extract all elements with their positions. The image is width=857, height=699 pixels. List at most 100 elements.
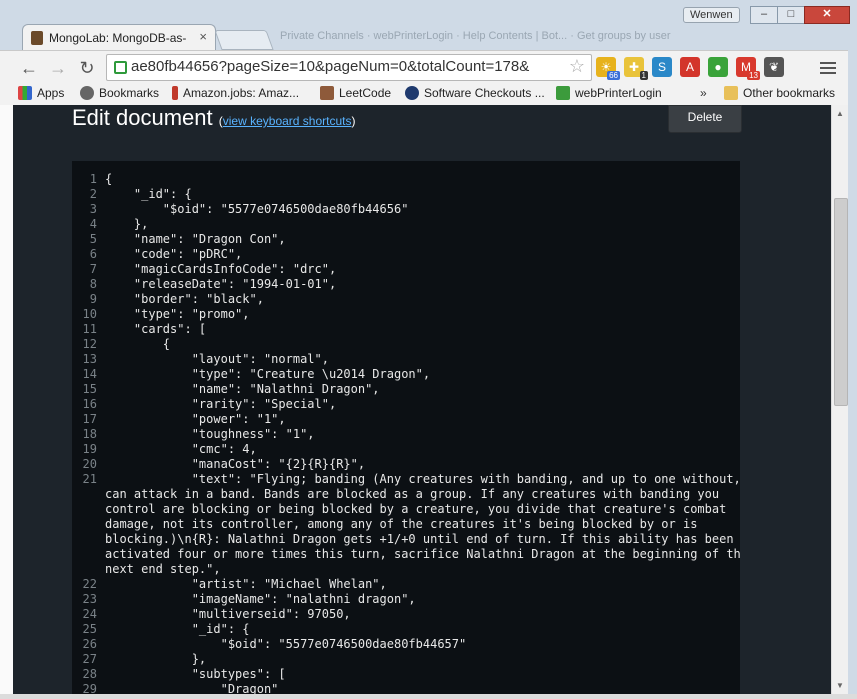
- user-profile-button[interactable]: Wenwen: [683, 7, 740, 23]
- address-bar[interactable]: ae80fb44656?pageSize=10&pageNum=0&totalC…: [106, 54, 592, 81]
- line-code[interactable]: "text": "Flying; banding (Any creatures …: [105, 472, 740, 487]
- line-code[interactable]: "name": "Nalathni Dragon",: [105, 382, 380, 397]
- pdf-extension-icon[interactable]: A: [680, 57, 700, 77]
- forward-button[interactable]: →: [47, 57, 69, 79]
- line-code[interactable]: "type": "promo",: [105, 307, 250, 322]
- scroll-up-arrow-icon[interactable]: ▲: [836, 109, 844, 118]
- line-number: 1: [89, 172, 97, 186]
- line-code[interactable]: },: [105, 652, 206, 667]
- bookmark-bookmarks[interactable]: Bookmarks: [80, 86, 159, 100]
- line-code[interactable]: control are blocking or being blocked by…: [105, 502, 726, 517]
- line-number: 28: [82, 667, 97, 681]
- line-number: 23: [82, 592, 97, 606]
- line-code[interactable]: "artist": "Michael Whelan",: [105, 577, 387, 592]
- line-code[interactable]: damage, not its controller, among any of…: [105, 517, 697, 532]
- line-code[interactable]: blocking.)\n{R}: Nalathni Dragon gets +1…: [105, 532, 734, 547]
- page-scrollbar[interactable]: ▲ ▼: [831, 105, 849, 694]
- line-code[interactable]: "cmc": 4,: [105, 442, 257, 457]
- horizontal-scrollbar[interactable]: [0, 694, 857, 699]
- line-code[interactable]: {: [105, 172, 112, 187]
- line-number: 21: [82, 472, 97, 486]
- line-code[interactable]: "manaCost": "{2}{R}{R}",: [105, 457, 365, 472]
- line-code[interactable]: "type": "Creature \u2014 Dragon",: [105, 367, 430, 382]
- scrollbar-thumb[interactable]: [834, 198, 848, 406]
- line-number: 22: [82, 577, 97, 591]
- line-code[interactable]: },: [105, 217, 148, 232]
- line-number: 13: [82, 352, 97, 366]
- line-number: 27: [82, 652, 97, 666]
- line-number: 3: [89, 202, 97, 216]
- line-number: 10: [82, 307, 97, 321]
- line-code[interactable]: "border": "black",: [105, 292, 264, 307]
- line-code[interactable]: next end step.",: [105, 562, 221, 577]
- bookmark-webprinterlogin[interactable]: webPrinterLogin: [556, 86, 662, 100]
- delete-button[interactable]: Delete: [668, 105, 742, 133]
- line-code[interactable]: can attack in a band. Bands are blocked …: [105, 487, 719, 502]
- tab-title: MongoLab: MongoDB-as-: [49, 31, 187, 45]
- tab-close-icon[interactable]: ×: [199, 29, 207, 44]
- line-code[interactable]: "$oid": "5577e0746500dae80fb44657": [105, 637, 467, 652]
- back-button[interactable]: ←: [18, 57, 40, 79]
- line-code[interactable]: "power": "1",: [105, 412, 286, 427]
- new-tab-button[interactable]: [214, 30, 274, 50]
- s-extension-icon[interactable]: S: [652, 57, 672, 77]
- bookmark-amazon-jobs[interactable]: Amazon.jobs: Amaz...: [172, 86, 299, 100]
- line-number: 29: [82, 682, 97, 694]
- line-code[interactable]: "magicCardsInfoCode": "drc",: [105, 262, 336, 277]
- line-code[interactable]: "cards": [: [105, 322, 206, 337]
- line-number: 14: [82, 367, 97, 381]
- minimize-button[interactable]: –: [750, 6, 778, 24]
- line-number: 8: [89, 277, 97, 291]
- line-code[interactable]: "_id": {: [105, 187, 192, 202]
- line-code[interactable]: "imageName": "nalathni dragon",: [105, 592, 416, 607]
- keyboard-shortcuts-link[interactable]: view keyboard shortcuts: [223, 114, 352, 128]
- browser-toolbar: ← → ↻ ae80fb44656?pageSize=10&pageNum=0&…: [0, 50, 857, 84]
- line-code[interactable]: {: [105, 337, 170, 352]
- more-bookmarks-chevron[interactable]: »: [700, 86, 707, 100]
- line-number: 26: [82, 637, 97, 651]
- json-editor[interactable]: 1 {2 "_id": {3 "$oid": "5577e0746500dae80…: [72, 161, 740, 694]
- gmail-extension-icon[interactable]: M 13: [736, 57, 760, 80]
- line-code[interactable]: "releaseDate": "1994-01-01",: [105, 277, 336, 292]
- line-code[interactable]: "layout": "normal",: [105, 352, 329, 367]
- line-number: 17: [82, 412, 97, 426]
- amazon-icon: [172, 86, 178, 100]
- line-number: 15: [82, 382, 97, 396]
- tab-mongolab[interactable]: MongoLab: MongoDB-as- ×: [22, 24, 216, 51]
- chrome-menu-button[interactable]: [820, 59, 836, 77]
- line-code[interactable]: "rarity": "Special",: [105, 397, 337, 412]
- puzzle-extension-icon[interactable]: ✚ 1: [624, 57, 648, 80]
- sun-extension-icon[interactable]: ☀ 66: [596, 57, 620, 80]
- line-code[interactable]: "code": "pDRC",: [105, 247, 242, 262]
- mongolab-favicon-icon: [31, 31, 43, 45]
- window-titlebar: MongoLab: MongoDB-as- × Private Channels…: [0, 0, 857, 51]
- url-text[interactable]: ae80fb44656?pageSize=10&pageNum=0&totalC…: [131, 58, 529, 75]
- line-code[interactable]: "Dragon": [105, 682, 279, 694]
- bookmark-leetcode[interactable]: LeetCode: [320, 86, 391, 100]
- line-number: 6: [89, 247, 97, 261]
- reload-button[interactable]: ↻: [76, 57, 98, 79]
- line-number: 11: [82, 322, 97, 336]
- close-window-button[interactable]: ✕: [804, 6, 850, 24]
- extension-badge: 13: [747, 71, 760, 80]
- bookmark-apps[interactable]: Apps: [18, 86, 64, 100]
- scroll-down-arrow-icon[interactable]: ▼: [836, 681, 844, 690]
- background-tabs[interactable]: Private Channels · webPrinterLogin · Hel…: [280, 30, 671, 42]
- line-code[interactable]: "multiverseid": 97050,: [105, 607, 351, 622]
- evernote-extension-icon[interactable]: ❦: [764, 57, 784, 77]
- software-checkouts-icon: [405, 86, 419, 100]
- other-bookmarks[interactable]: Other bookmarks: [724, 86, 835, 100]
- line-number: 24: [82, 607, 97, 621]
- line-code[interactable]: "toughness": "1",: [105, 427, 315, 442]
- line-code[interactable]: "subtypes": [: [105, 667, 286, 682]
- chat-extension-icon[interactable]: ●: [708, 57, 728, 77]
- line-code[interactable]: "name": "Dragon Con",: [105, 232, 286, 247]
- maximize-button[interactable]: □: [777, 6, 805, 24]
- bookmark-software-checkouts[interactable]: Software Checkouts ...: [405, 86, 545, 100]
- line-number: 20: [82, 457, 97, 471]
- line-code[interactable]: "_id": {: [105, 622, 250, 637]
- line-code[interactable]: "$oid": "5577e0746500dae80fb44656": [105, 202, 409, 217]
- leetcode-icon: [320, 86, 334, 100]
- bookmark-star-icon[interactable]: ☆: [569, 56, 585, 77]
- line-code[interactable]: activated four or more times this turn, …: [105, 547, 740, 562]
